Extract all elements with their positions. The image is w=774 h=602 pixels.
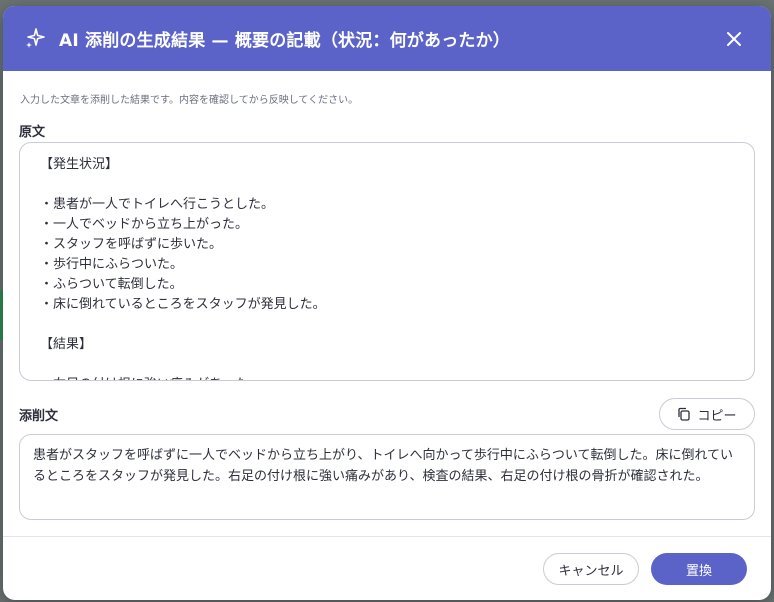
copy-icon xyxy=(678,407,691,421)
corrected-label: 添削文 xyxy=(19,409,59,424)
dialog-header: AI 添削の生成結果 — 概要の記載（状況：何があったか） xyxy=(3,6,771,71)
copy-button[interactable]: コピー xyxy=(659,398,755,430)
original-textarea[interactable]: 【発生状況】 ・患者が一人でトイレへ行こうとした。 ・一人でベッドから立ち上がっ… xyxy=(19,142,755,381)
corrected-textarea[interactable]: 患者がスタッフを呼ばずに一人でベッドから立ち上がり、トイレへ向かって歩行中にふら… xyxy=(19,434,755,520)
copy-button-label: コピー xyxy=(697,408,737,424)
ai-correction-dialog: AI 添削の生成結果 — 概要の記載（状況：何があったか） 入力した文章を添削し… xyxy=(3,6,771,600)
dialog-title: AI 添削の生成結果 — 概要の記載（状況：何があったか） xyxy=(59,31,511,51)
corrected-text: 患者がスタッフを呼ばずに一人でベッドから立ち上がり、トイレへ向かって歩行中にふら… xyxy=(33,448,734,484)
instruction-text: 入力した文章を添削した結果です。内容を確認してから反映してください。 xyxy=(20,95,359,106)
original-label: 原文 xyxy=(19,125,46,140)
close-icon[interactable] xyxy=(723,28,745,50)
original-text: 【発生状況】 ・患者が一人でトイレへ行こうとした。 ・一人でベッドから立ち上がっ… xyxy=(40,157,326,380)
footer-divider xyxy=(3,536,771,537)
replace-button[interactable]: 置換 xyxy=(651,553,747,585)
cancel-button[interactable]: キャンセル xyxy=(543,553,639,585)
sparkle-icon xyxy=(26,28,45,48)
